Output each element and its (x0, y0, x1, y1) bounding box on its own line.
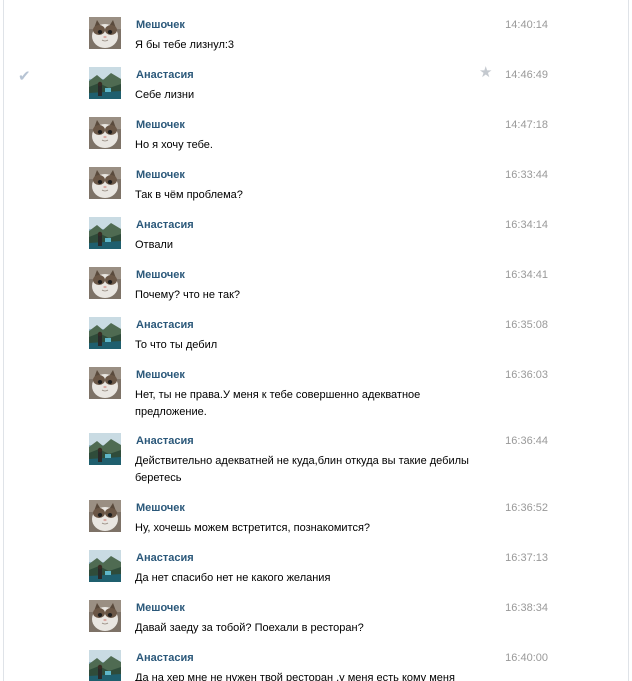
message-history: Мешочек 14:40:14 Я бы тебе лизнул:3 ✔ Ан… (3, 0, 629, 681)
message-text: Давай заеду за тобой? Поехали в ресторан… (135, 622, 364, 634)
message-timestamp: 16:36:03 (505, 369, 548, 381)
author-name[interactable]: Мешочек (136, 602, 185, 614)
message-timestamp: 16:38:34 (505, 602, 548, 614)
cat-avatar[interactable] (89, 117, 121, 149)
message-text: Почему? что не так? (135, 289, 241, 301)
message-timestamp: 16:34:14 (505, 219, 548, 231)
author-name[interactable]: Анастасия (136, 652, 194, 664)
message-text: Да нет спасибо нет не какого желания (135, 572, 331, 584)
author-name[interactable]: Анастасия (136, 219, 194, 231)
message-timestamp: 16:36:52 (505, 502, 548, 514)
author-name[interactable]: Мешочек (136, 269, 185, 281)
message-timestamp: 16:37:13 (505, 552, 548, 564)
star-icon[interactable]: ★ (479, 65, 492, 80)
cat-avatar[interactable] (89, 500, 121, 532)
cat-avatar[interactable] (89, 17, 121, 49)
author-name[interactable]: Мешочек (136, 119, 185, 131)
message-text: Да на хер мне не нужен твой ресторан ,у … (135, 672, 455, 681)
message-timestamp: 16:36:44 (505, 435, 548, 447)
message-timestamp: 14:40:14 (505, 19, 548, 31)
landscape-avatar[interactable] (89, 650, 121, 681)
message-text: Действительно адекватней не куда,блин от… (135, 455, 469, 484)
message-timestamp: 16:33:44 (505, 169, 548, 181)
author-name[interactable]: Мешочек (136, 502, 185, 514)
landscape-avatar[interactable] (89, 217, 121, 249)
cat-avatar[interactable] (89, 267, 121, 299)
message-text: Но я хочу тебе. (135, 139, 213, 151)
author-name[interactable]: Мешочек (136, 169, 185, 181)
message-text: Нет, ты не права.У меня к тебе совершенн… (135, 389, 421, 418)
message-text: Отвали (135, 239, 173, 251)
message-text: Так в чём проблема? (135, 189, 243, 201)
landscape-avatar[interactable] (89, 317, 121, 349)
message-timestamp: 16:40:00 (505, 652, 548, 664)
message-text: То что ты дебил (135, 339, 218, 351)
cat-avatar[interactable] (89, 367, 121, 399)
author-name[interactable]: Анастасия (136, 435, 194, 447)
message-timestamp: 14:46:49 (505, 69, 548, 81)
message-timestamp: 16:35:08 (505, 319, 548, 331)
author-name[interactable]: Мешочек (136, 19, 185, 31)
message-text: Я бы тебе лизнул:3 (135, 39, 235, 51)
landscape-avatar[interactable] (89, 67, 121, 99)
cat-avatar[interactable] (89, 600, 121, 632)
message-timestamp: 16:34:41 (505, 269, 548, 281)
landscape-avatar[interactable] (89, 550, 121, 582)
author-name[interactable]: Анастасия (136, 552, 194, 564)
cat-avatar[interactable] (89, 167, 121, 199)
message-timestamp: 14:47:18 (505, 119, 548, 131)
checkmark-icon[interactable]: ✔ (18, 69, 31, 84)
author-name[interactable]: Анастасия (136, 69, 194, 81)
message-text: Себе лизни (135, 89, 195, 101)
message-text: Ну, хочешь можем встретится, познакомитс… (135, 522, 371, 534)
author-name[interactable]: Мешочек (136, 369, 185, 381)
author-name[interactable]: Анастасия (136, 319, 194, 331)
landscape-avatar[interactable] (89, 433, 121, 465)
